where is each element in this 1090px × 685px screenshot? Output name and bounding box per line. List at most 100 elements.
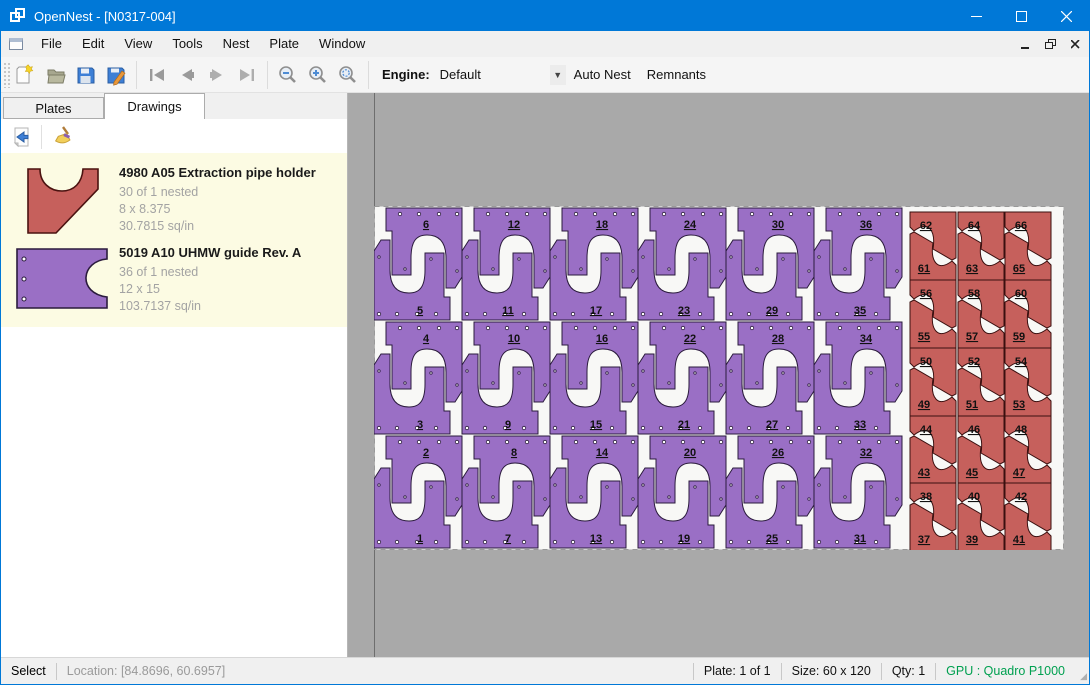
drawing-title: 5019 A10 UHMW guide Rev. A bbox=[119, 245, 341, 260]
drawing-list: 4980 A05 Extraction pipe holder 30 of 1 … bbox=[1, 153, 347, 327]
drawing-size: 12 x 15 bbox=[119, 281, 341, 298]
import-drawing-button[interactable] bbox=[7, 123, 37, 151]
red-part-pair[interactable]: 52 51 bbox=[958, 348, 1004, 416]
part-number: 65 bbox=[1013, 263, 1025, 275]
red-part-pair[interactable]: 5655 bbox=[910, 280, 956, 348]
toolbar-grip[interactable] bbox=[3, 62, 11, 88]
status-qty: Qty: 1 bbox=[882, 663, 935, 680]
menu-nest[interactable]: Nest bbox=[213, 31, 260, 57]
red-part-pair[interactable]: 4443 bbox=[910, 416, 956, 484]
save-button[interactable] bbox=[71, 60, 101, 90]
part-number: 13 bbox=[590, 533, 602, 545]
engine-combobox[interactable]: Default ▼ bbox=[436, 63, 566, 87]
part-number: 50 bbox=[920, 356, 932, 368]
status-bar: Select Location: [84.8696, 60.6957] Plat… bbox=[1, 657, 1089, 684]
zoom-in-button[interactable] bbox=[303, 60, 333, 90]
menu-view[interactable]: View bbox=[114, 31, 162, 57]
red-part-pair[interactable]: 6463 bbox=[958, 212, 1004, 280]
left-panel: Plates Drawings 4980 A05 Extraction pipe… bbox=[1, 93, 348, 657]
mdi-minimize-icon[interactable] bbox=[1014, 35, 1036, 53]
auto-nest-button[interactable]: Auto Nest bbox=[566, 62, 639, 88]
red-part-pair[interactable]: 62 61 bbox=[910, 212, 956, 280]
part-number: 60 bbox=[1015, 288, 1027, 300]
part-number: 61 bbox=[918, 263, 930, 275]
drawing-size: 8 x 8.375 bbox=[119, 201, 341, 218]
part-number: 15 bbox=[590, 419, 602, 431]
clear-drawings-broom-icon[interactable] bbox=[46, 123, 76, 151]
menu-plate[interactable]: Plate bbox=[259, 31, 309, 57]
drawing-area: 103.7137 sq/in bbox=[119, 298, 341, 315]
status-mode: Select bbox=[1, 663, 56, 680]
sidebar-empty-area bbox=[1, 327, 347, 657]
chevron-down-icon[interactable]: ▼ bbox=[550, 65, 566, 85]
part-number: 2 bbox=[423, 447, 429, 459]
app-icon bbox=[10, 8, 26, 24]
part-number: 47 bbox=[1013, 467, 1025, 479]
menu-window[interactable]: Window bbox=[309, 31, 375, 57]
previous-plate-button[interactable] bbox=[172, 60, 202, 90]
red-part-pair[interactable]: 4645 bbox=[958, 416, 1004, 484]
tab-drawings[interactable]: Drawings bbox=[104, 93, 205, 119]
part-number: 18 bbox=[596, 219, 608, 231]
part-number: 19 bbox=[678, 533, 690, 545]
part-number: 42 bbox=[1015, 491, 1027, 503]
mdi-restore-icon[interactable] bbox=[1039, 35, 1061, 53]
drawing-item-1[interactable]: 4980 A05 Extraction pipe holder 30 of 1 … bbox=[5, 159, 343, 239]
red-part-pair[interactable]: 58 57 bbox=[958, 280, 1004, 348]
part-number: 58 bbox=[968, 288, 980, 300]
plate-view[interactable]: 6512111817242330293635431091615222128273… bbox=[374, 206, 1064, 550]
red-part-pair[interactable]: 5049 bbox=[910, 348, 956, 416]
red-part-pair[interactable]: 6665 bbox=[1005, 212, 1051, 280]
maximize-button[interactable] bbox=[999, 1, 1044, 31]
part-number: 45 bbox=[966, 467, 978, 479]
red-part-pair[interactable]: 4241 bbox=[1005, 483, 1051, 550]
red-part-pair[interactable]: 3837 bbox=[910, 483, 956, 550]
part-number: 3 bbox=[417, 419, 423, 431]
part-number: 26 bbox=[772, 447, 784, 459]
part-number: 30 bbox=[772, 219, 784, 231]
status-location: Location: [84.8696, 60.6957] bbox=[57, 663, 235, 680]
remnants-button[interactable]: Remnants bbox=[639, 62, 714, 88]
part-number: 17 bbox=[590, 305, 602, 317]
drawing-area: 30.7815 sq/in bbox=[119, 218, 341, 235]
tab-plates[interactable]: Plates bbox=[3, 97, 104, 119]
part-number: 11 bbox=[502, 305, 514, 317]
part-number: 27 bbox=[766, 419, 778, 431]
part-number: 37 bbox=[918, 534, 930, 546]
open-file-button[interactable] bbox=[41, 60, 71, 90]
red-part-pair[interactable]: 4039 bbox=[958, 483, 1004, 550]
red-part-pair[interactable]: 4847 bbox=[1005, 416, 1051, 484]
nest-canvas[interactable]: 6512111817242330293635431091615222128273… bbox=[348, 93, 1089, 657]
part-number: 16 bbox=[596, 333, 608, 345]
mdi-document-icon[interactable] bbox=[9, 38, 23, 50]
part-number: 12 bbox=[508, 219, 520, 231]
drawing-title: 4980 A05 Extraction pipe holder bbox=[119, 165, 341, 180]
first-plate-button[interactable] bbox=[142, 60, 172, 90]
part-number: 59 bbox=[1013, 331, 1025, 343]
status-gpu: GPU : Quadro P1000 bbox=[936, 663, 1075, 680]
menu-tools[interactable]: Tools bbox=[162, 31, 212, 57]
menu-edit[interactable]: Edit bbox=[72, 31, 114, 57]
close-button[interactable] bbox=[1044, 1, 1089, 31]
red-part-pair[interactable]: 5453 bbox=[1005, 348, 1051, 416]
part-number: 55 bbox=[918, 331, 930, 343]
new-file-button[interactable] bbox=[11, 60, 41, 90]
last-plate-button[interactable] bbox=[232, 60, 262, 90]
zoom-fit-button[interactable] bbox=[333, 60, 363, 90]
part-number: 52 bbox=[968, 356, 980, 368]
part-number: 57 bbox=[966, 331, 978, 343]
part-number: 31 bbox=[854, 533, 866, 545]
menu-file[interactable]: File bbox=[31, 31, 72, 57]
part-number: 44 bbox=[920, 424, 933, 436]
part-number: 8 bbox=[511, 447, 517, 459]
red-part-pair[interactable]: 60 59 bbox=[1005, 280, 1051, 348]
drawing-item-2[interactable]: 5019 A10 UHMW guide Rev. A 36 of 1 neste… bbox=[5, 239, 343, 319]
resize-grip[interactable]: ◢ bbox=[1075, 658, 1089, 684]
zoom-out-button[interactable] bbox=[273, 60, 303, 90]
next-plate-button[interactable] bbox=[202, 60, 232, 90]
mdi-close-icon[interactable] bbox=[1064, 35, 1086, 53]
save-as-button[interactable] bbox=[101, 60, 131, 90]
part-number: 62 bbox=[920, 220, 932, 232]
part-number: 51 bbox=[966, 399, 978, 411]
minimize-button[interactable] bbox=[954, 1, 999, 31]
